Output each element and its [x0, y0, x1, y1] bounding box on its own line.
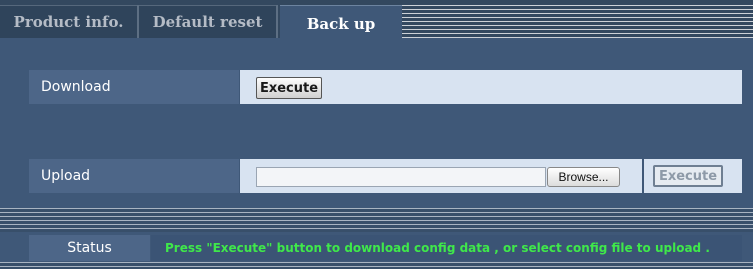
tab-product-info[interactable]: Product info.: [0, 5, 137, 38]
tab-bar: Product info. Default reset Back up: [0, 0, 753, 41]
tab-divider: [276, 5, 278, 38]
divider-stripes: [0, 208, 753, 232]
upload-execute-button[interactable]: Execute: [653, 165, 723, 187]
download-label: Download: [29, 70, 239, 104]
tab-bar-decoration: [402, 5, 753, 38]
tab-back-up[interactable]: Back up: [280, 5, 402, 41]
download-execute-button[interactable]: Execute: [256, 77, 322, 99]
status-message: Press "Execute" button to download confi…: [151, 235, 742, 261]
upload-file-input[interactable]: [256, 167, 546, 187]
browse-button[interactable]: Browse...: [547, 167, 620, 187]
tab-default-reset[interactable]: Default reset: [139, 5, 276, 38]
upload-label: Upload: [29, 159, 239, 193]
bottom-stripes: [0, 262, 753, 269]
download-field-area: Execute: [240, 70, 742, 104]
status-label: Status: [29, 235, 150, 261]
upload-execute-area: Execute: [644, 159, 742, 193]
